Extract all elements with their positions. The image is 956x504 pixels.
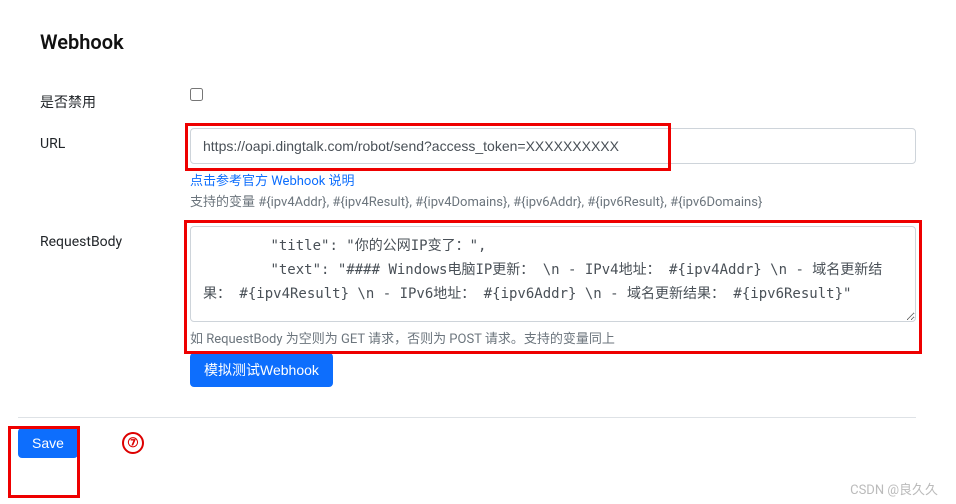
panel-title: Webhook xyxy=(40,30,916,54)
footer-bar: Save ⑦ xyxy=(0,418,956,458)
request-body-textarea[interactable] xyxy=(190,226,916,322)
url-vars-help: 支持的变量 #{ipv4Addr}, #{ipv4Result}, #{ipv4… xyxy=(190,191,916,210)
url-label: URL xyxy=(40,128,190,152)
disable-label: 是否禁用 xyxy=(40,84,190,112)
test-webhook-button[interactable]: 模拟测试Webhook xyxy=(190,353,333,387)
url-input[interactable] xyxy=(190,128,916,164)
body-label: RequestBody xyxy=(40,226,190,250)
save-button[interactable]: Save xyxy=(18,428,78,458)
webhook-docs-link[interactable]: 点击参考官方 Webhook 说明 xyxy=(190,170,355,189)
body-help: 如 RequestBody 为空则为 GET 请求，否则为 POST 请求。支持… xyxy=(190,328,916,347)
row-url: URL 点击参考官方 Webhook 说明 支持的变量 #{ipv4Addr},… xyxy=(40,128,916,210)
webhook-panel: Webhook 是否禁用 URL 点击参考官方 Webhook 说明 支持的变量… xyxy=(0,0,956,413)
row-request-body: RequestBody 如 RequestBody 为空则为 GET 请求，否则… xyxy=(40,226,916,387)
disable-checkbox[interactable] xyxy=(190,88,203,101)
step-number-badge: ⑦ xyxy=(122,432,144,454)
row-disable: 是否禁用 xyxy=(40,84,916,112)
watermark-text: CSDN @良久久 xyxy=(850,479,938,498)
